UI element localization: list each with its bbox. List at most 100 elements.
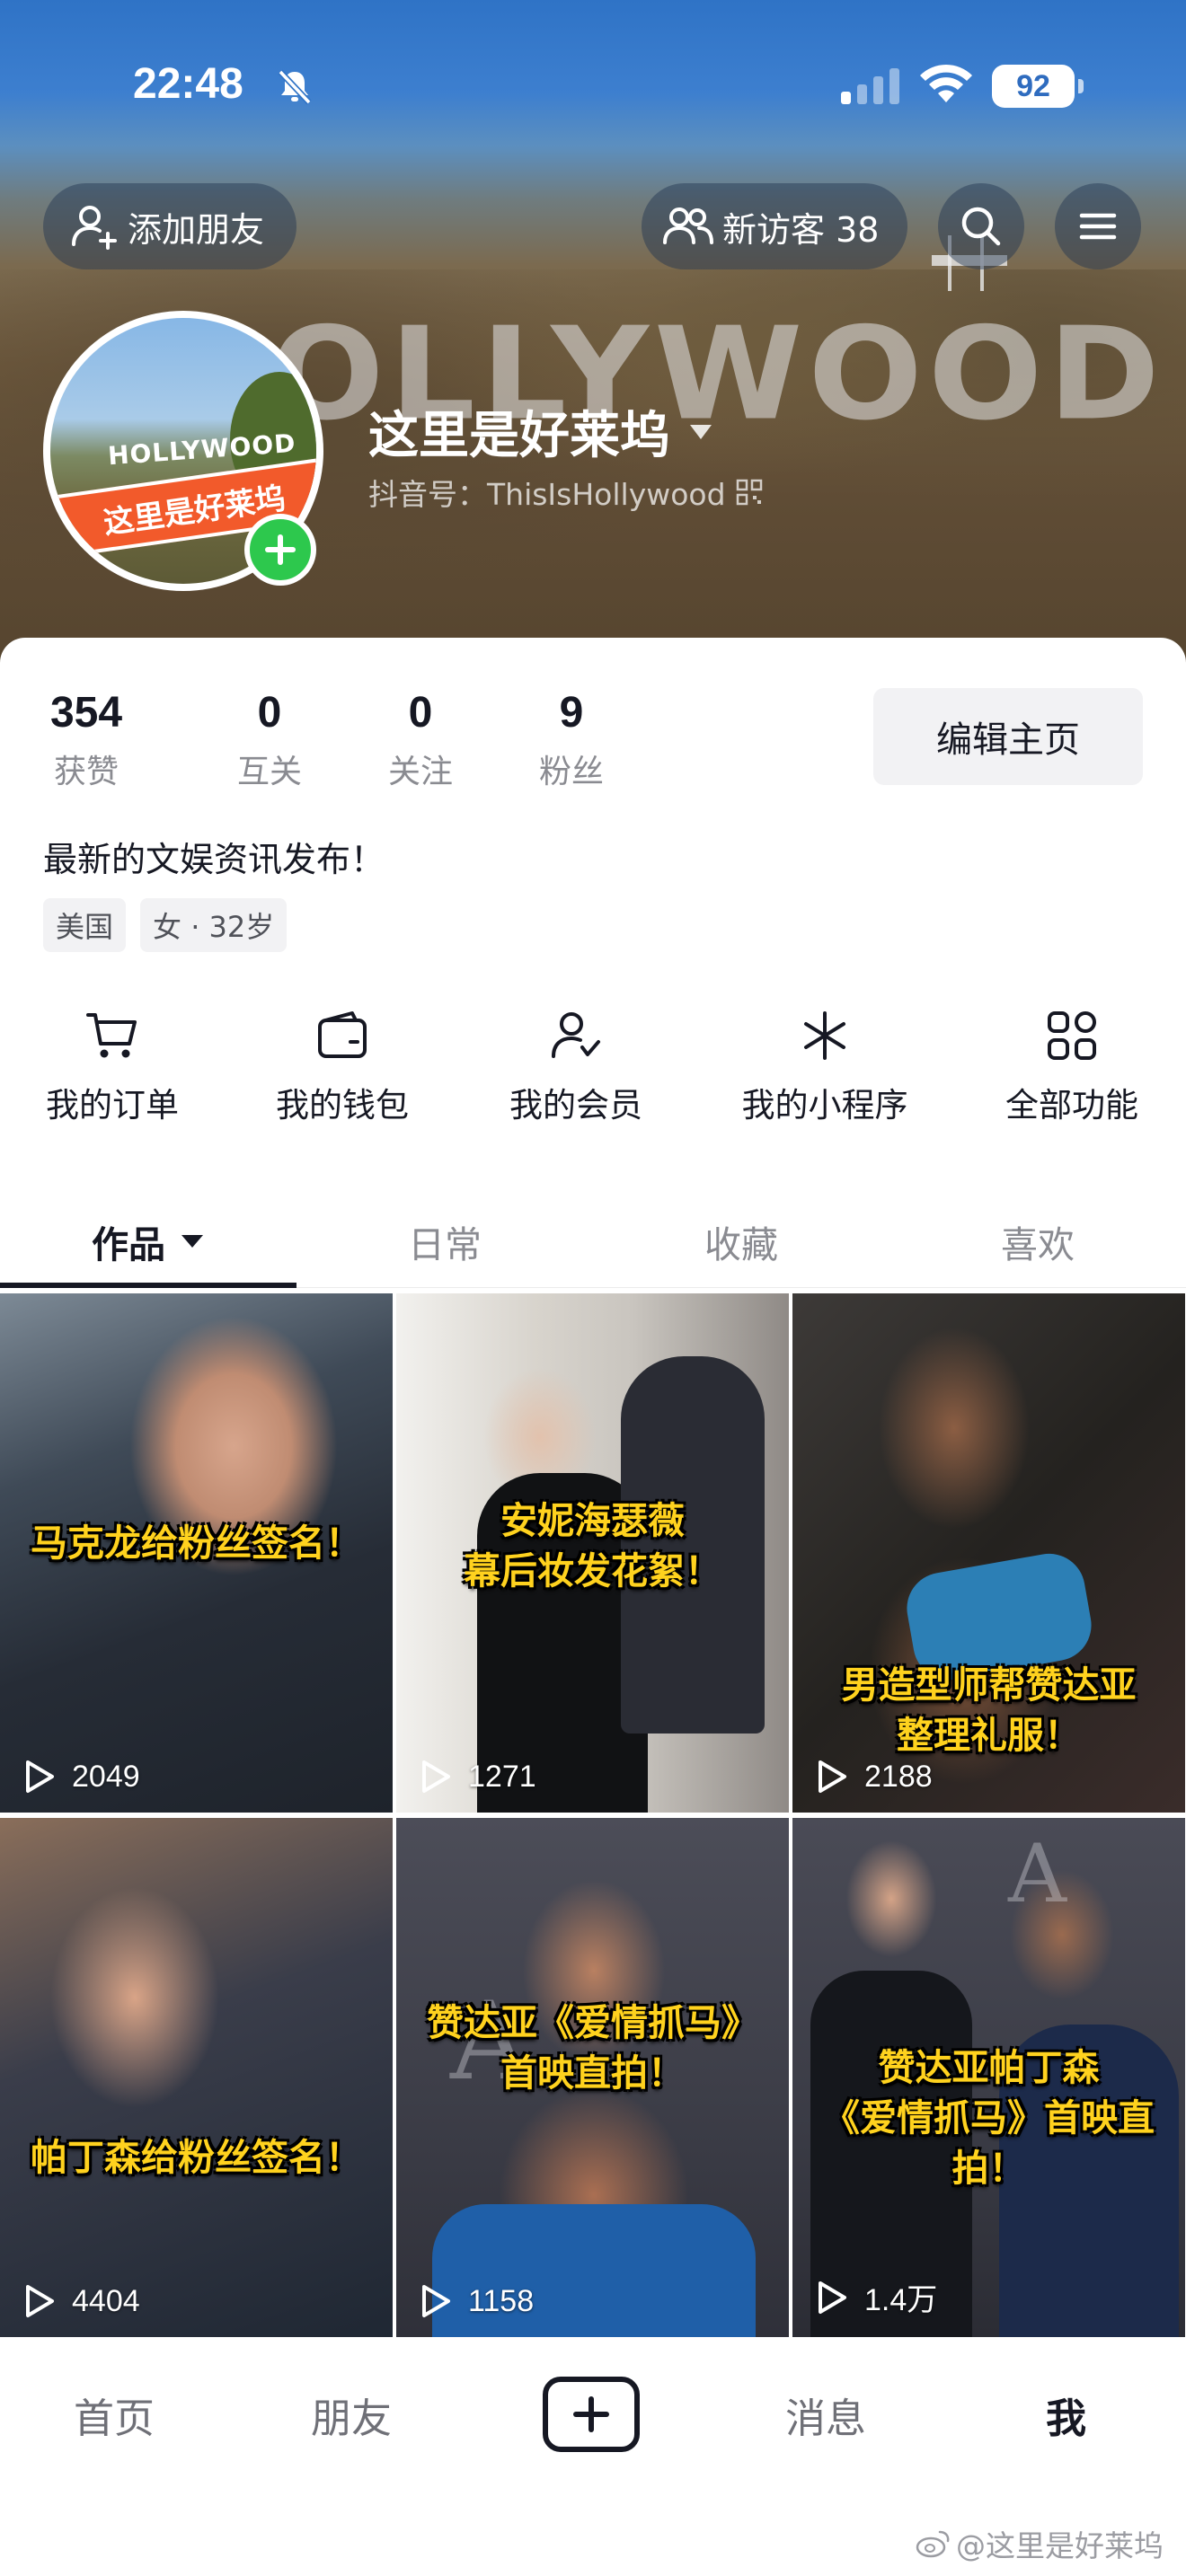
- search-icon: [961, 207, 1001, 246]
- edit-profile-button[interactable]: 编辑主页: [873, 688, 1143, 785]
- location-tag: 美国: [43, 898, 127, 952]
- stat-label: 获赞: [53, 754, 119, 790]
- caption-line: 帕丁森给粉丝签名！: [31, 2136, 362, 2179]
- tab-daily[interactable]: 日常: [296, 1195, 593, 1288]
- caption-line: 赞达亚帕丁森: [878, 2046, 1100, 2089]
- shortcut-membership[interactable]: 我的会员: [477, 1006, 675, 1126]
- stat-value: 0: [257, 689, 282, 737]
- play-count: 4404: [23, 2283, 140, 2319]
- hamburger-menu-icon: [1079, 213, 1117, 240]
- tab-label: 喜欢: [1001, 1223, 1075, 1266]
- play-count: 1158: [420, 2283, 534, 2319]
- stat-following[interactable]: 0 关注: [345, 684, 496, 792]
- play-icon: [422, 1760, 450, 1793]
- play-icon: [819, 2280, 846, 2314]
- play-count-value: 1271: [468, 1759, 536, 1794]
- profile-stats: 354 获赞 0 互关 0 关注 9 粉丝: [43, 684, 647, 792]
- search-button[interactable]: [938, 183, 1024, 269]
- caption-line: 首映直拍！: [500, 2051, 685, 2095]
- gender-age-tag: 女 · 32岁: [140, 898, 288, 952]
- stat-label: 关注: [387, 754, 453, 790]
- qr-code-icon: [736, 479, 762, 506]
- douyin-id[interactable]: 抖音号：ThisIsHollywood: [368, 471, 764, 514]
- video-caption: 马克龙给粉丝签名！: [0, 1518, 393, 1568]
- play-count-value: 1158: [468, 2283, 535, 2318]
- caret-down-icon: [181, 1235, 203, 1248]
- video-caption: 男造型师帮赞达亚 整理礼服！: [792, 1660, 1185, 1760]
- video-thumbnail[interactable]: 男造型师帮赞达亚 整理礼服！ 2188: [792, 1293, 1185, 1813]
- play-count: 1.4万: [816, 2275, 937, 2319]
- play-count-value: 1.4万: [864, 2283, 938, 2317]
- shortcut-all-functions[interactable]: 全部功能: [973, 1006, 1171, 1126]
- new-visitors-button[interactable]: 新访客 38: [642, 183, 907, 269]
- stat-label: 互关: [236, 754, 302, 790]
- nav-messages[interactable]: 消息: [785, 2386, 866, 2444]
- stat-value: 0: [408, 689, 433, 737]
- cart-icon: [86, 1013, 137, 1058]
- stat-label: 粉丝: [538, 754, 604, 790]
- status-time: 22:48: [133, 60, 243, 108]
- shortcut-orders[interactable]: 我的订单: [13, 1006, 211, 1126]
- profile-bio: 最新的文娱资讯发布！: [43, 840, 385, 879]
- nickname-text: 这里是好莱坞: [368, 407, 670, 465]
- caption-line: 整理礼服！: [897, 1714, 1081, 1757]
- wallet-icon: [318, 1011, 367, 1058]
- add-friend-label: 添加朋友: [128, 209, 265, 250]
- nickname[interactable]: 这里是好莱坞: [368, 395, 713, 468]
- shortcut-label: 我的会员: [509, 1086, 642, 1125]
- video-thumbnail[interactable]: 安妮海瑟薇 幕后妆发花絮！ 1271: [396, 1293, 789, 1813]
- nav-me[interactable]: 我: [1046, 2386, 1086, 2444]
- add-user-icon: [72, 206, 117, 250]
- stat-followers[interactable]: 9 粉丝: [496, 684, 647, 792]
- add-friend-button[interactable]: 添加朋友: [43, 183, 296, 269]
- tab-likes[interactable]: 喜欢: [890, 1195, 1186, 1288]
- mute-bell-icon: [278, 69, 312, 105]
- nav-home[interactable]: 首页: [74, 2386, 155, 2444]
- video-caption: 赞达亚《爱情抓马》 首映直拍！: [396, 1998, 789, 2098]
- play-count: 1271: [420, 1759, 536, 1795]
- douyin-id-text: 抖音号：ThisIsHollywood: [368, 477, 726, 512]
- mini-program-icon: [804, 1011, 845, 1060]
- video-caption: 安妮海瑟薇 幕后妆发花絮！: [396, 1495, 789, 1596]
- play-count: 2188: [816, 1759, 933, 1795]
- new-visitors-label: 新访客 38: [722, 209, 880, 250]
- play-count-value: 2049: [72, 1759, 140, 1794]
- stat-value: 9: [559, 689, 584, 737]
- menu-button[interactable]: [1055, 183, 1141, 269]
- member-icon: [552, 1012, 600, 1058]
- video-thumbnail[interactable]: 帕丁森给粉丝签名！ 4404: [0, 1818, 393, 2337]
- play-count-value: 4404: [72, 2283, 140, 2318]
- tab-label: 日常: [408, 1223, 482, 1266]
- stat-mutual[interactable]: 0 互关: [194, 684, 345, 792]
- profile-tags: 美国 女 · 32岁: [43, 898, 288, 952]
- play-icon: [26, 1760, 54, 1793]
- caret-down-icon: [690, 424, 712, 439]
- shortcut-mini-programs[interactable]: 我的小程序: [726, 1006, 924, 1126]
- video-thumbnail[interactable]: A 赞达亚帕丁森 《爱情抓马》首映直拍！ 1.4万: [792, 1818, 1185, 2337]
- caption-line: 幕后妆发花絮！: [464, 1549, 721, 1592]
- play-count-value: 2188: [864, 1759, 933, 1794]
- play-count: 2049: [23, 1759, 140, 1795]
- bottom-navigation: 首页 朋友 消息 我: [0, 2339, 1186, 2501]
- create-button[interactable]: [543, 2377, 640, 2452]
- backdrop-logo: A: [1008, 1827, 1067, 1921]
- stat-likes[interactable]: 354 获赞: [43, 684, 129, 792]
- play-icon: [26, 2285, 54, 2317]
- tab-favorites[interactable]: 收藏: [593, 1195, 890, 1288]
- shortcut-label: 我的小程序: [741, 1086, 908, 1125]
- video-thumbnail[interactable]: 马克龙给粉丝签名！ 2049: [0, 1293, 393, 1813]
- weibo-logo-icon: [916, 2530, 950, 2558]
- avatar-add-button[interactable]: [244, 514, 316, 586]
- caption-line: 《爱情抓马》首映直拍！: [823, 2096, 1155, 2190]
- video-thumbnail[interactable]: A 赞达亚《爱情抓马》 首映直拍！ 1158: [396, 1818, 789, 2337]
- shortcut-label: 全部功能: [1005, 1086, 1138, 1125]
- stat-value: 354: [49, 689, 123, 737]
- tab-works[interactable]: 作品: [0, 1195, 296, 1288]
- shortcut-wallet[interactable]: 我的钱包: [243, 1006, 441, 1126]
- plus-icon: [265, 534, 296, 565]
- nav-friends[interactable]: 朋友: [311, 2386, 392, 2444]
- watermark-text: @这里是好莱坞: [956, 2528, 1164, 2563]
- play-icon: [422, 2285, 450, 2317]
- content-tabs: 作品 日常 收藏 喜欢: [0, 1195, 1186, 1288]
- tab-label: 作品: [92, 1223, 165, 1266]
